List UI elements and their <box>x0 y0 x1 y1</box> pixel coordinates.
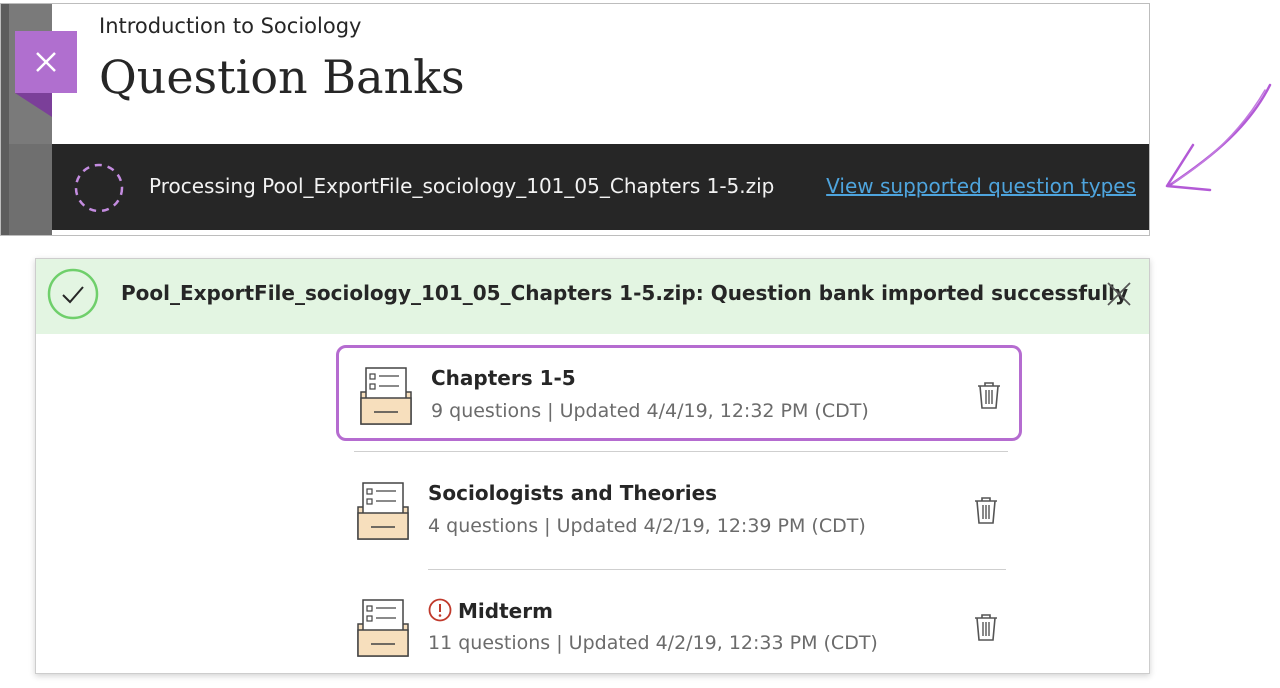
bank-title[interactable]: Chapters 1-5 <box>431 366 576 390</box>
success-banner: Pool_ExportFile_sociology_101_05_Chapter… <box>36 259 1149 334</box>
trash-icon[interactable] <box>976 380 1002 410</box>
close-button-fold <box>15 93 52 117</box>
trash-icon[interactable] <box>973 612 999 642</box>
success-message: Pool_ExportFile_sociology_101_05_Chapter… <box>121 281 1129 305</box>
left-rail-strip <box>1 4 9 235</box>
question-bank-icon <box>360 367 412 425</box>
question-bank-icon <box>357 482 409 540</box>
question-bank-item[interactable]: Midterm 11 questions | Updated 4/2/19, 1… <box>336 580 1022 673</box>
bank-title[interactable]: Sociologists and Theories <box>428 481 717 505</box>
bank-meta: 9 questions | Updated 4/4/19, 12:32 PM (… <box>431 400 869 422</box>
close-icon <box>36 52 56 72</box>
close-icon[interactable] <box>1105 280 1133 308</box>
spinner-icon <box>74 163 124 213</box>
bank-title-row: Midterm <box>428 598 553 623</box>
question-bank-item[interactable]: Chapters 1-5 9 questions | Updated 4/4/1… <box>336 345 1022 441</box>
warning-icon <box>428 598 452 622</box>
processing-message: Processing Pool_ExportFile_sociology_101… <box>149 174 775 198</box>
processing-bar: Processing Pool_ExportFile_sociology_101… <box>52 144 1149 230</box>
question-bank-item[interactable]: Sociologists and Theories 4 questions | … <box>336 463 1022 559</box>
checkmark-icon <box>47 268 99 320</box>
bank-title[interactable]: Midterm <box>458 599 553 623</box>
divider <box>428 569 1006 570</box>
annotation-arrow-icon <box>1165 83 1272 192</box>
bank-meta: 4 questions | Updated 4/2/19, 12:39 PM (… <box>428 515 866 537</box>
view-supported-types-link[interactable]: View supported question types <box>826 174 1136 198</box>
divider <box>354 451 1008 452</box>
bank-meta: 11 questions | Updated 4/2/19, 12:33 PM … <box>428 632 878 654</box>
question-bank-icon <box>357 599 409 657</box>
top-panel: Introduction to Sociology Question Banks… <box>0 3 1150 236</box>
page-title: Question Banks <box>99 50 465 104</box>
trash-icon[interactable] <box>973 495 999 525</box>
close-panel-button[interactable] <box>15 31 77 93</box>
course-name: Introduction to Sociology <box>99 14 362 38</box>
import-results-panel: Pool_ExportFile_sociology_101_05_Chapter… <box>35 258 1150 674</box>
